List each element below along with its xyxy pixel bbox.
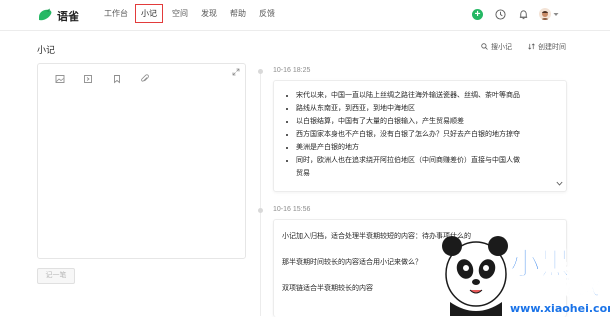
note-editor[interactable] <box>37 63 246 259</box>
xiaohei-watermark-logo: 小黑 游戏 www.xiaohei.com <box>442 236 610 316</box>
note-paragraph: 那半衰期时间较长的内容适合用小记来做么？ <box>282 259 422 266</box>
note-time: 10-16 18:25 <box>273 67 311 74</box>
app-name[interactable]: 语雀 <box>57 8 79 24</box>
page-title: 小记 <box>37 45 56 55</box>
sort-by-created-link[interactable]: 创建时间 <box>528 42 566 52</box>
yuque-logo-icon[interactable] <box>37 8 53 22</box>
nav-item-discover[interactable]: 发现 <box>201 8 217 19</box>
search-icon <box>481 43 488 50</box>
timeline-dot <box>258 208 263 213</box>
note-time: 10-16 15:56 <box>273 206 311 213</box>
submit-note-button[interactable]: 记一笔 <box>37 268 75 284</box>
search-notes-label: 搜小记 <box>491 44 512 51</box>
attachment-card-icon[interactable] <box>83 74 93 84</box>
chevron-down-icon[interactable] <box>556 181 563 186</box>
timeline-line <box>260 69 261 316</box>
list-item: 宋代以来，中国一直以陆上丝绸之路往海外输送瓷器、丝绸、茶叶等商品 <box>296 89 566 102</box>
paperclip-icon[interactable] <box>140 74 150 84</box>
chevron-down-icon[interactable] <box>553 12 559 17</box>
timeline-dot <box>258 69 263 74</box>
nav-item-notes[interactable]: 小记 <box>135 4 163 23</box>
add-icon[interactable]: + <box>472 9 483 20</box>
bookmark-icon[interactable] <box>112 74 122 84</box>
nav-item-space[interactable]: 空间 <box>172 8 188 19</box>
svg-text:www.xiaohei.com: www.xiaohei.com <box>510 302 610 315</box>
nav-item-help[interactable]: 帮助 <box>230 8 246 19</box>
list-item: 同时，欧洲人也在追求绕开阿拉伯地区（中间商赚差价）直接与中国人做 <box>296 154 566 167</box>
image-icon[interactable] <box>55 74 65 84</box>
avatar[interactable] <box>539 8 551 20</box>
list-item: 美洲是产白银的地方 <box>296 141 566 154</box>
list-item: 西方国家本身也不产白银，没有白银了怎么办？只好去产白银的地方掠夺 <box>296 128 566 141</box>
list-item: 以白银结算，中国有了大量的白银输入，产生贸易顺差 <box>296 115 566 128</box>
expand-icon[interactable] <box>232 68 240 76</box>
svg-text:游戏: 游戏 <box>560 275 600 299</box>
sort-label: 创建时间 <box>538 44 566 51</box>
note-paragraph: 双项链适合半衰期较长的内容 <box>282 285 373 292</box>
clock-icon[interactable] <box>495 9 506 20</box>
nav-item-workbench[interactable]: 工作台 <box>104 8 128 19</box>
nav-item-feedback[interactable]: 反馈 <box>259 8 275 19</box>
bell-icon[interactable] <box>518 9 529 20</box>
list-item: 路线从东南亚，到西亚，到地中海地区 <box>296 102 566 115</box>
note-card[interactable]: 宋代以来，中国一直以陆上丝绸之路往海外输送瓷器、丝绸、茶叶等商品 路线从东南亚，… <box>273 80 567 192</box>
avatar-face-icon <box>541 11 549 20</box>
top-bar: 语雀 工作台 小记 空间 发现 帮助 反馈 + <box>0 0 610 31</box>
list-item-continuation: 贸易 <box>296 170 310 177</box>
note-bullet-list: 宋代以来，中国一直以陆上丝绸之路往海外输送瓷器、丝绸、茶叶等商品 路线从东南亚，… <box>274 81 566 180</box>
search-notes-link[interactable]: 搜小记 <box>481 42 512 52</box>
sort-icon <box>528 43 535 50</box>
